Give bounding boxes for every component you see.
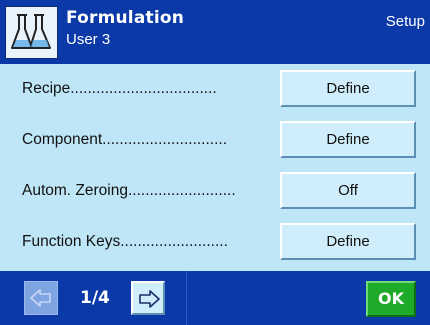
footer-divider <box>186 271 187 325</box>
flasks-icon <box>5 6 58 59</box>
recipe-define-button[interactable]: Define <box>280 70 416 107</box>
app-title: Formulation <box>66 8 185 28</box>
component-define-button[interactable]: Define <box>280 121 416 158</box>
settings-list: Recipe..................................… <box>0 64 430 271</box>
row-autom-zeroing: Autom. Zeroing......................... … <box>0 166 430 216</box>
recipe-label: Recipe.................................. <box>22 80 217 97</box>
autom-zeroing-toggle-button[interactable]: Off <box>280 172 416 209</box>
row-function-keys: Function Keys......................... D… <box>0 217 430 267</box>
component-label: Component............................. <box>22 131 228 148</box>
footer-bar: 1/4 OK <box>0 271 430 325</box>
next-page-button[interactable] <box>131 281 165 315</box>
ok-button[interactable]: OK <box>366 281 416 317</box>
row-component: Component............................. D… <box>0 115 430 165</box>
row-recipe: Recipe..................................… <box>0 64 430 114</box>
user-label: User 3 <box>66 31 111 48</box>
arrow-left-icon <box>30 289 51 307</box>
formulation-setup-screen: Formulation User 3 Setup Recipe.........… <box>0 0 430 325</box>
arrow-right-icon <box>139 290 160 308</box>
page-indicator: 1/4 <box>80 288 110 308</box>
header-bar: Formulation User 3 Setup <box>0 0 430 64</box>
function-keys-define-button[interactable]: Define <box>280 223 416 260</box>
autom-zeroing-label: Autom. Zeroing......................... <box>22 182 236 199</box>
previous-page-button[interactable] <box>24 281 58 315</box>
setup-label: Setup <box>385 13 425 30</box>
function-keys-label: Function Keys......................... <box>22 233 228 250</box>
